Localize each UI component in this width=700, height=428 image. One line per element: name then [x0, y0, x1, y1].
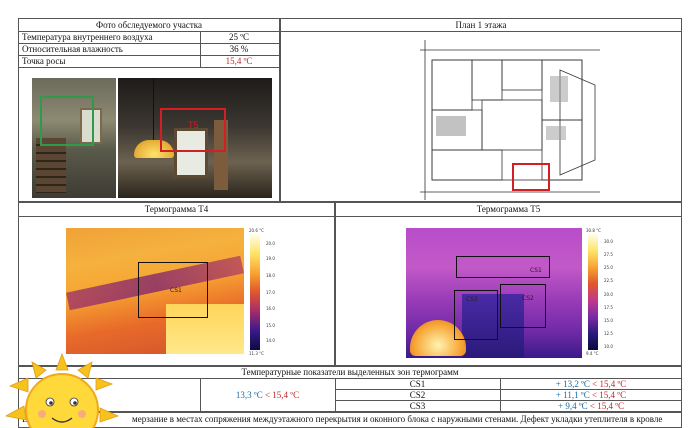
zone-cs2-compare: < 15,4 ºС — [591, 390, 627, 400]
zone-cs3-name: CS3 — [409, 401, 426, 411]
zone-cs2-value: + 11,1 ºС — [555, 390, 590, 400]
t5-scale-min: 9.4 °C — [586, 351, 599, 356]
t5-zone-cs3-label: CS3 — [466, 296, 478, 303]
green-frame — [40, 96, 94, 146]
photo-panel-title: Фото обследуемого участка — [95, 20, 203, 30]
t5-zone-cs2-label: CS2 — [522, 295, 534, 302]
t4-temp-value: 13,3 ºС — [235, 390, 263, 400]
t5-color-scale — [588, 234, 598, 350]
t4-scale-min: 11.3 °C — [249, 351, 264, 356]
t5-photo-label: T5 — [188, 120, 199, 130]
divider — [18, 216, 335, 217]
t4-title: Термограмма T4 — [144, 204, 209, 214]
t5-tick: 10.0 — [604, 344, 613, 349]
zone-cs2-name: CS2 — [409, 390, 426, 400]
t5-tick: 17.5 — [604, 305, 613, 310]
t4-scale-max: 20.6 °C — [249, 228, 264, 233]
zone-cs3-value: + 9,4 ºС — [558, 401, 588, 411]
floor-plan-drawing — [420, 40, 600, 200]
zone-cs1-temp: + 13,2 ºС < 15,4 ºС — [500, 379, 682, 390]
t4-thermogram-image: CS1 — [66, 228, 244, 354]
sun-illustration — [4, 352, 120, 428]
lamp-cord — [153, 78, 154, 140]
t5-tick: 20.0 — [604, 292, 613, 297]
t4-temp-compare: < 15,4 ºС — [264, 390, 300, 400]
zone-cs1-compare: < 15,4 ºС — [592, 379, 627, 389]
bookshelf-shape — [36, 138, 66, 193]
zone-cs1-value: + 13,2 ºС — [555, 379, 590, 389]
t5-scale-max: 30.8 °C — [586, 228, 601, 233]
conclusion-text: мерзание в местах сопряжения междуэтажно… — [132, 414, 663, 424]
zone-cs2-temp: + 11,1 ºС < 15,4 ºС — [500, 390, 682, 401]
t5-thermogram-image: CS1 CS2 CS3 — [406, 228, 582, 358]
zone-cs3-temp: + 9,4 ºС < 15,4 ºС — [500, 401, 682, 412]
t5-title: Термограмма T5 — [476, 204, 541, 214]
t5-tick: 25.0 — [604, 265, 613, 270]
t5-tick: 15.0 — [604, 318, 613, 323]
divider — [280, 31, 682, 32]
zone-cs1-name: CS1 — [409, 379, 426, 389]
divider — [200, 31, 201, 67]
t5-tick: 27.5 — [604, 252, 613, 257]
t4-tick: 15.0 — [266, 323, 275, 328]
t4-zone-label: CS1 — [170, 287, 182, 294]
t4-tick: 20.0 — [266, 241, 275, 246]
t4-tick: 14.0 — [266, 338, 275, 343]
t5-tick: 30.0 — [604, 239, 613, 244]
t4-color-scale — [250, 234, 260, 350]
row-dewpoint-value: 15,4 ºС — [225, 56, 253, 66]
t5-zone-cs2-frame — [500, 284, 546, 328]
t5-tick: 12.5 — [604, 331, 613, 336]
plan-panel-title: План 1 этажа — [455, 20, 507, 30]
row-air-temp-label: Температура внутреннего воздуха — [22, 32, 153, 42]
red-frame — [160, 108, 226, 152]
room-photo-left — [32, 78, 116, 198]
plan-red-marker — [512, 163, 550, 191]
t4-tick: 16.0 — [266, 306, 275, 311]
t5-zone-cs1-label: CS1 — [530, 267, 542, 274]
zone-cs3-compare: < 15,4 ºС — [589, 401, 624, 411]
room-photo-right: T5 — [118, 78, 272, 198]
t4-temp-cell: 13,3 ºС < 15,4 ºС — [200, 390, 335, 401]
row-dewpoint-label: Точка росы — [22, 56, 66, 66]
divider — [18, 67, 280, 68]
t5-tick: 22.5 — [604, 278, 613, 283]
row-humidity-label: Относительная влажность — [22, 44, 123, 54]
t4-tick: 17.0 — [266, 290, 275, 295]
divider — [335, 216, 682, 217]
t4-tick: 19.0 — [266, 256, 275, 261]
t4-tick: 18.0 — [266, 273, 275, 278]
row-humidity-value: 36 % — [229, 44, 249, 54]
row-air-temp-value: 25 ºС — [228, 32, 250, 42]
